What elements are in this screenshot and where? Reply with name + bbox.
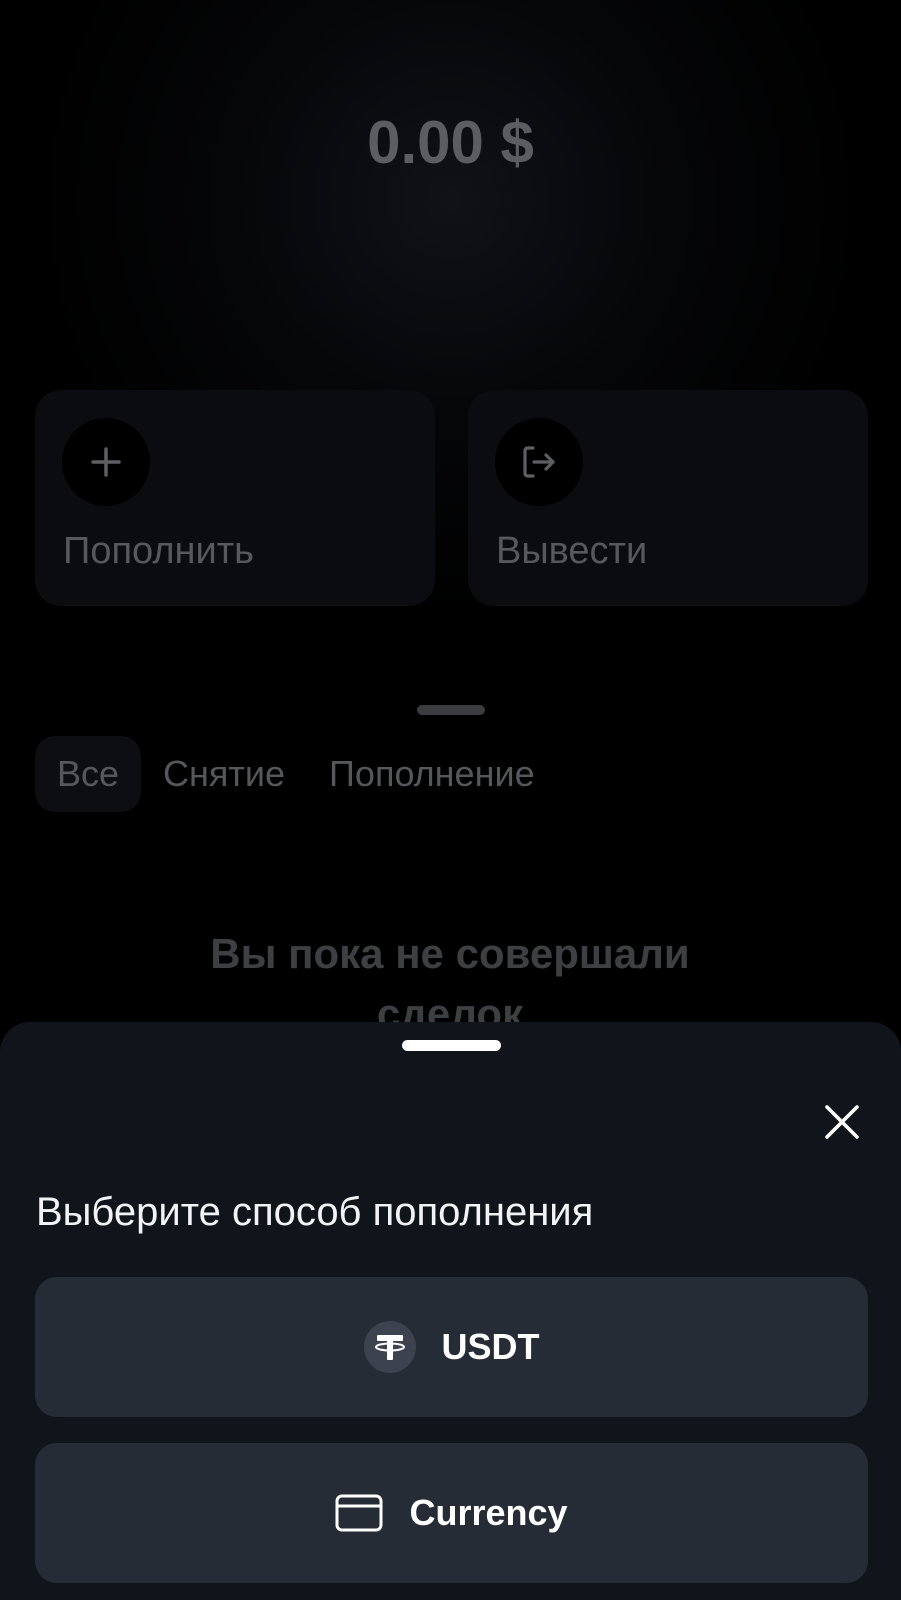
sheet-drag-handle[interactable] xyxy=(402,1040,501,1051)
tab-all[interactable]: Все xyxy=(35,736,142,812)
currency-method-button[interactable]: Currency xyxy=(35,1443,868,1583)
plus-icon xyxy=(91,447,121,477)
deposit-icon-circle xyxy=(62,418,150,506)
sheet-title: Выберите способ пополнения xyxy=(36,1190,594,1234)
deposit-method-sheet: Выберите способ пополнения USDT Currency xyxy=(0,1022,901,1600)
usdt-method-button[interactable]: USDT xyxy=(35,1277,868,1417)
balance-amount: 0.00 $ xyxy=(367,109,534,176)
usdt-label: USDT xyxy=(441,1326,540,1367)
history-tabs: Все Снятие Пополнение xyxy=(35,736,557,812)
withdraw-card[interactable]: Вывести xyxy=(468,390,868,606)
close-icon xyxy=(825,1105,859,1139)
withdraw-icon-circle xyxy=(495,418,583,506)
tab-withdrawal[interactable]: Снятие xyxy=(141,736,307,812)
logout-arrow-icon xyxy=(523,446,555,478)
currency-label: Currency xyxy=(409,1492,568,1533)
deposit-card[interactable]: Пополнить xyxy=(35,390,435,606)
wallet-screen: 0.00 $ Пополнить Вывести Все Снятие Попо… xyxy=(0,0,901,1600)
tab-deposit[interactable]: Пополнение xyxy=(307,736,557,812)
credit-card-icon xyxy=(335,1494,383,1532)
close-button[interactable] xyxy=(820,1100,864,1144)
history-drag-handle[interactable] xyxy=(417,705,485,715)
deposit-label: Пополнить xyxy=(63,530,254,572)
tether-icon xyxy=(363,1321,416,1373)
withdraw-label: Вывести xyxy=(496,530,648,572)
